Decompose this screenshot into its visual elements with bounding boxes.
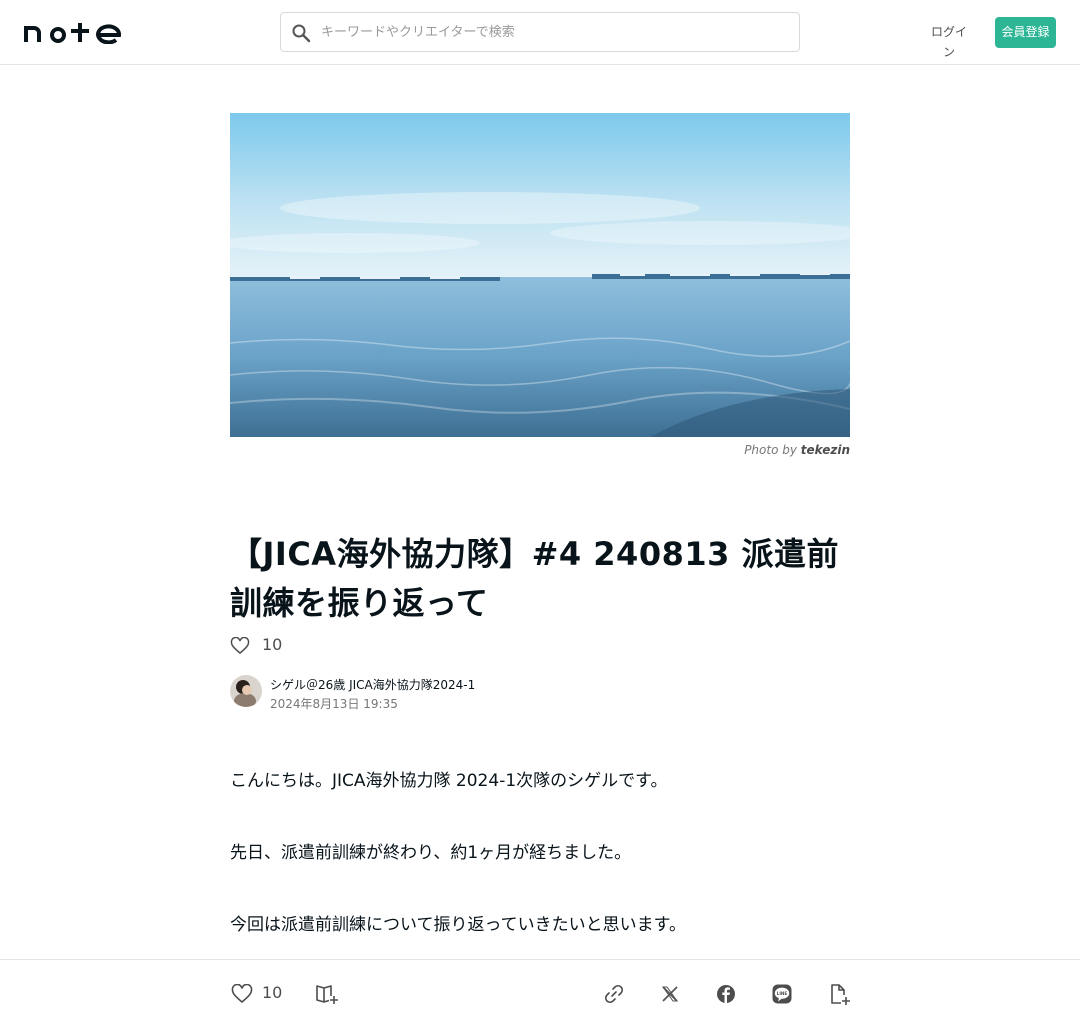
photo-credit-author[interactable]: tekezin <box>801 443 850 457</box>
embed-add-icon[interactable] <box>827 982 851 1006</box>
hero-image <box>230 113 850 437</box>
article-paragraph: 今回は派遣前訓練について振り返っていきたいと思います。 <box>230 915 686 935</box>
author-name[interactable]: シゲル＠26歳 JICA海外協力隊2024-1 <box>270 676 475 693</box>
magazine-add-icon[interactable] <box>315 982 339 1006</box>
svg-text:LINE: LINE <box>777 991 788 996</box>
article-title: 【JICA海外協力隊】#4 240813 派遣前訓練を振り返って <box>230 535 840 622</box>
article-paragraph: 先日、派遣前訓練が終わり、約1ヶ月が経ちました。 <box>230 843 632 863</box>
note-logo[interactable] <box>24 20 122 44</box>
like-count: 10 <box>262 635 283 654</box>
search-input[interactable] <box>321 13 791 51</box>
search-icon <box>292 24 311 43</box>
login-link[interactable]: ログイン <box>928 22 970 59</box>
heart-icon[interactable] <box>230 982 254 1006</box>
heart-icon <box>230 637 250 654</box>
footer-like-count: 10 <box>262 983 283 1002</box>
x-icon[interactable] <box>658 982 682 1006</box>
article-action-bar: 10 LINE <box>0 959 1080 1024</box>
site-header: ログイン 会員登録 <box>0 0 1080 65</box>
signup-button[interactable]: 会員登録 <box>995 17 1056 48</box>
link-icon[interactable] <box>602 982 626 1006</box>
line-icon[interactable]: LINE <box>770 982 794 1006</box>
article-paragraph: こんにちは。JICA海外協力隊 2024-1次隊のシゲルです。 <box>230 771 668 791</box>
author-avatar[interactable] <box>230 675 262 707</box>
facebook-icon[interactable] <box>714 982 738 1006</box>
post-date: 2024年8月13日 19:35 <box>270 697 398 711</box>
search-box <box>280 12 800 52</box>
photo-credit: Photo by tekezin <box>744 443 850 457</box>
